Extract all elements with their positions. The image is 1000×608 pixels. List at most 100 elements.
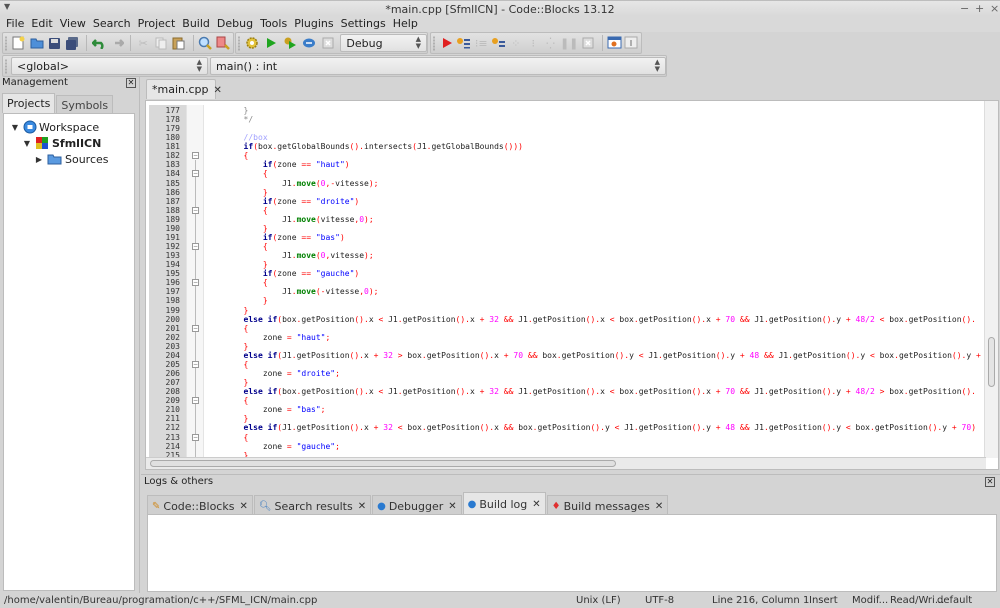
close-tab-icon[interactable]: ✕	[239, 501, 247, 512]
code-line[interactable]: {	[263, 242, 268, 251]
fold-toggle-icon[interactable]: −	[192, 433, 199, 441]
menu-project[interactable]: Project	[135, 16, 180, 32]
collapse-arrow-icon[interactable]: ▼	[22, 139, 32, 148]
find-icon[interactable]	[198, 34, 214, 52]
code-line[interactable]: if(box.getGlobalBounds().intersects(J1.g…	[244, 142, 523, 151]
code-line[interactable]: }	[263, 188, 268, 197]
code-line[interactable]: }	[244, 378, 249, 387]
undo-icon[interactable]	[91, 34, 107, 52]
maximize-button[interactable]: +	[975, 2, 984, 15]
step-into-instruction-icon[interactable]: ⁛	[543, 34, 558, 52]
close-tab-icon[interactable]: ✕	[358, 501, 366, 512]
code-line[interactable]: else if(box.getPosition().x < J1.getPosi…	[244, 315, 976, 324]
menu-help[interactable]: Help	[390, 16, 422, 32]
tab-build-log[interactable]: ● Build log ✕	[462, 492, 546, 514]
build-and-run-icon[interactable]	[282, 34, 299, 52]
code-line[interactable]: }	[263, 260, 268, 269]
close-tab-icon[interactable]: ✕	[655, 501, 663, 512]
menu-view[interactable]: View	[57, 16, 90, 32]
close-window-button[interactable]: ×	[990, 2, 999, 15]
toolbar-grip[interactable]	[5, 36, 7, 51]
tab-main-cpp[interactable]: *main.cpp ✕	[146, 79, 222, 99]
code-line[interactable]: {	[263, 206, 268, 215]
build-target-select[interactable]: Debug ▲ ▼	[340, 34, 428, 52]
menu-search[interactable]: Search	[90, 16, 135, 32]
code-editor[interactable]: 177 178 179 180 181 182 183 184 185 186 187 188 189 1…	[145, 100, 999, 470]
tab-symbols[interactable]: Symbols	[56, 95, 114, 113]
vertical-scroll-thumb[interactable]	[988, 337, 995, 387]
code-line[interactable]: else if(J1.getPosition().x + 32 > box.ge…	[244, 351, 981, 360]
fold-toggle-icon[interactable]: −	[192, 360, 199, 368]
close-tab-icon[interactable]: ✕	[448, 501, 456, 512]
collapse-arrow-icon[interactable]: ▼	[10, 123, 20, 132]
code-line[interactable]: zone = "droite";	[263, 369, 340, 378]
save-all-icon[interactable]	[64, 34, 80, 52]
code-line[interactable]: zone = "gauche";	[263, 442, 340, 451]
run-icon[interactable]	[263, 34, 280, 52]
debug-start-icon[interactable]	[439, 34, 454, 52]
minimize-button[interactable]: −	[960, 2, 969, 15]
fold-margin[interactable]: − − − − − − − − −	[186, 105, 204, 458]
toolbar-grip[interactable]	[238, 36, 240, 51]
code-line[interactable]: zone = "haut";	[263, 333, 330, 342]
close-panel-icon[interactable]: ✕	[985, 477, 995, 487]
menu-file[interactable]: File	[3, 16, 28, 32]
code-line[interactable]: {	[244, 360, 249, 369]
run-to-cursor-icon[interactable]	[456, 34, 471, 52]
close-tab-icon[interactable]: ✕	[214, 85, 222, 96]
code-line[interactable]: if(zone == "haut")	[263, 160, 350, 169]
tab-debugger[interactable]: ● Debugger ✕	[372, 495, 462, 514]
tab-projects[interactable]: Projects	[2, 93, 56, 113]
close-panel-icon[interactable]: ✕	[126, 78, 136, 88]
code-line[interactable]: {	[244, 396, 249, 405]
code-line[interactable]: {	[263, 278, 268, 287]
menu-debug[interactable]: Debug	[214, 16, 257, 32]
fold-toggle-icon[interactable]: −	[192, 170, 199, 178]
expand-arrow-icon[interactable]: ▶	[34, 155, 44, 164]
code-content[interactable]: } *///box if(box.getGlobalBounds().interse…	[205, 105, 985, 458]
fold-toggle-icon[interactable]: −	[192, 152, 199, 160]
tree-node-sources[interactable]: ▶ Sources	[4, 151, 134, 167]
menu-tools[interactable]: Tools	[257, 16, 291, 32]
code-line[interactable]: J1.move(vitesse,0);	[282, 215, 374, 224]
menu-edit[interactable]: Edit	[28, 16, 56, 32]
toolbar-grip[interactable]	[5, 59, 7, 74]
code-line[interactable]: J1.move(-vitesse,0);	[282, 287, 378, 296]
paste-icon[interactable]	[171, 34, 187, 52]
fold-toggle-icon[interactable]: −	[192, 279, 199, 287]
code-line[interactable]: }	[263, 224, 268, 233]
menu-build[interactable]: Build	[179, 16, 214, 32]
code-line[interactable]: zone = "bas";	[263, 405, 326, 414]
various-info-icon[interactable]	[624, 34, 639, 52]
tab-build-messages[interactable]: ♦ Build messages ✕	[546, 495, 669, 514]
code-line[interactable]: else if(J1.getPosition().x + 32 < box.ge…	[244, 423, 976, 432]
code-line[interactable]: */	[244, 115, 254, 124]
copy-icon[interactable]	[153, 34, 169, 52]
code-line[interactable]: {	[244, 433, 249, 442]
replace-icon[interactable]	[215, 34, 231, 52]
next-line-icon[interactable]: ⁝≡	[474, 34, 489, 52]
code-line[interactable]: {	[244, 151, 249, 160]
menu-plugins[interactable]: Plugins	[291, 16, 337, 32]
cut-icon[interactable]: ✂	[135, 34, 151, 52]
new-file-icon[interactable]	[11, 34, 27, 52]
tab-search-results[interactable]: 🔍︎ Search results ✕	[253, 495, 372, 514]
fold-toggle-icon[interactable]: −	[192, 397, 199, 405]
code-line[interactable]: if(zone == "droite")	[263, 197, 359, 206]
tree-node-workspace[interactable]: ▼ Workspace	[4, 119, 134, 135]
code-line[interactable]: {	[244, 324, 249, 333]
code-line[interactable]: }	[244, 342, 249, 351]
code-line[interactable]: if(zone == "bas")	[263, 233, 345, 242]
build-log-output[interactable]	[147, 514, 997, 592]
stop-debugger-icon[interactable]	[580, 34, 595, 52]
close-tab-icon[interactable]: ✕	[532, 499, 540, 510]
step-out-icon[interactable]: ⁘	[508, 34, 523, 52]
vertical-scrollbar[interactable]	[984, 101, 998, 458]
pause-icon[interactable]: ❚❚	[560, 34, 578, 52]
open-folder-icon[interactable]	[29, 34, 45, 52]
tree-node-project[interactable]: ▼ SfmlICN	[4, 135, 134, 151]
debugging-windows-icon[interactable]	[606, 34, 621, 52]
code-line[interactable]: J1.move(0,vitesse);	[282, 251, 374, 260]
scope-select[interactable]: <global> ▲ ▼	[11, 57, 208, 75]
horizontal-scrollbar[interactable]	[146, 457, 986, 469]
